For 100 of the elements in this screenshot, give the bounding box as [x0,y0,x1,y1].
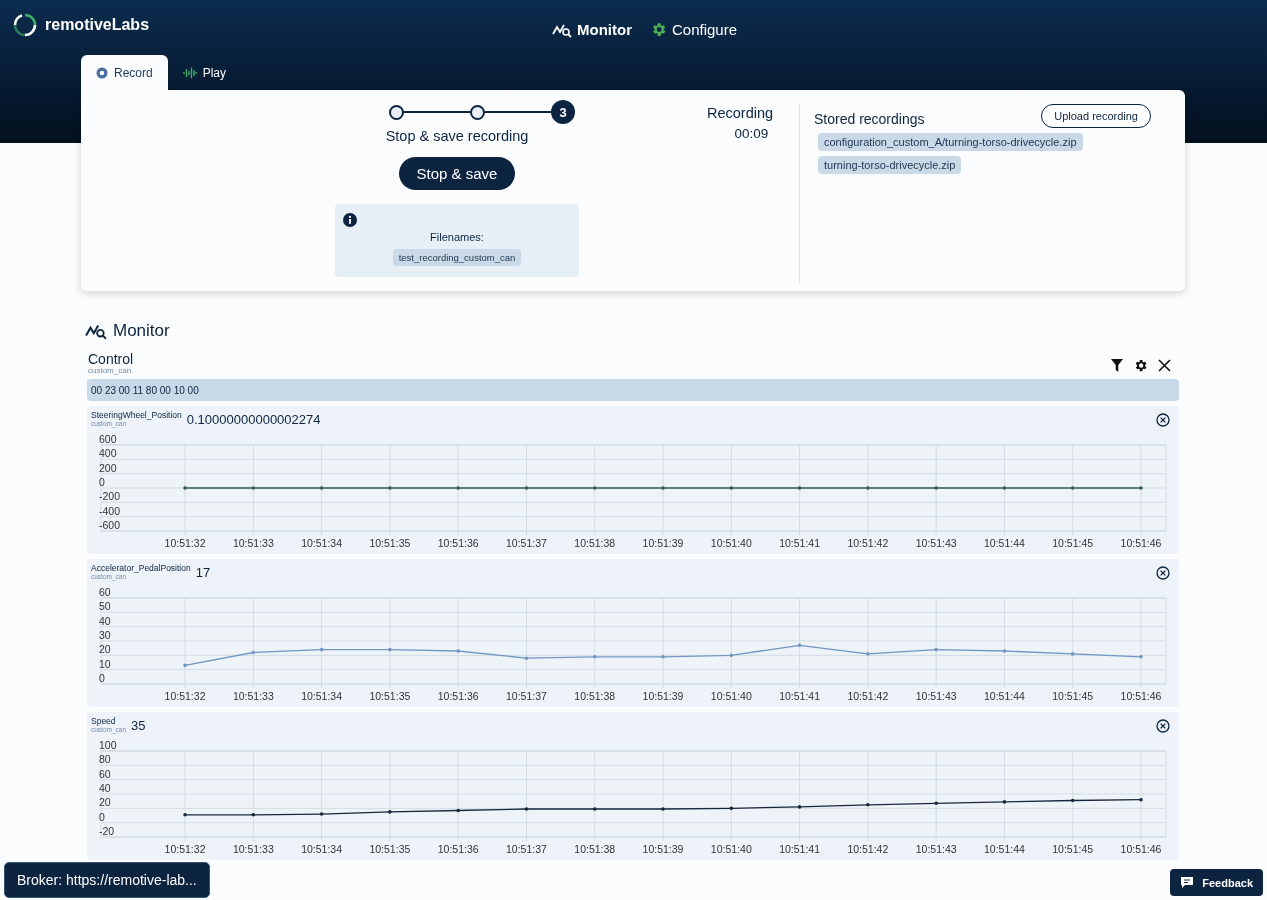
data-point [183,813,187,817]
x-tick-label: 10:51:43 [915,690,957,702]
x-tick-label: 10:51:36 [437,537,479,549]
chart-search-icon [85,322,107,340]
x-tick-label: 10:51:43 [915,537,957,549]
nav-link[interactable]: Configure [650,21,738,38]
recording-label: Recording [705,105,775,121]
x-tick-label: 10:51:39 [642,537,684,549]
data-point [388,810,392,814]
data-point [1002,649,1007,653]
step-label: Stop & save recording [385,128,529,144]
logo-text: remotiveLabs [45,15,150,34]
x-tick-label: 10:51:34 [301,843,343,855]
data-point [319,647,324,652]
x-tick-label: 10:51:38 [574,537,616,549]
data-point [183,486,187,490]
feedback-button[interactable]: Feedback [1170,869,1263,896]
x-tick-label: 10:51:35 [369,537,411,549]
close-circle-icon[interactable] [1156,566,1170,580]
data-point [319,486,324,490]
y-tick-label: 200 [99,461,117,474]
x-tick-label: 10:51:46 [1120,537,1162,549]
settings-icon[interactable] [1133,357,1148,373]
y-tick-label: 20 [99,643,111,656]
data-point [251,486,256,490]
y-tick-label: -200 [99,490,120,503]
x-tick-label: 10:51:34 [301,690,343,702]
y-tick-label: 80 [99,753,111,766]
x-tick-label: 10:51:39 [642,843,684,855]
y-tick-label: 600 [99,435,117,445]
data-point [797,643,802,648]
y-tick-label: -600 [99,519,120,531]
data-point [729,806,734,811]
close-circle-icon[interactable] [1156,719,1170,733]
signal-name: Speed [91,716,117,726]
x-tick-label: 10:51:37 [506,537,547,549]
x-tick-label: 10:51:44 [984,843,1025,855]
tab[interactable]: Play [167,55,242,90]
data-point [524,656,529,660]
data-point [934,486,938,490]
tab[interactable]: Record [81,55,168,90]
x-tick-label: 10:51:45 [1052,537,1094,549]
y-tick-label: 50 [99,600,111,613]
data-point [592,654,597,659]
data-point [592,486,597,490]
y-tick-label: 40 [99,614,111,627]
data-point [524,486,529,490]
x-tick-label: 10:51:32 [164,537,206,549]
x-tick-label: 10:51:39 [642,690,684,702]
info-icon [343,213,357,227]
filter-icon[interactable] [1111,358,1123,372]
y-tick-label: 30 [99,629,111,641]
data-point [1070,652,1075,656]
x-tick-label: 10:51:40 [710,690,752,702]
recording-timer: 00:09 [733,126,770,141]
stop-save-button[interactable]: Stop & save [398,157,516,190]
data-point [1139,486,1143,490]
stored-recordings-title: Stored recordings [814,111,925,127]
filename-chip: test_recording_custom_can [392,249,522,266]
data-point [183,663,187,668]
monitor-heading: Monitor [113,321,170,341]
x-tick-label: 10:51:42 [847,690,889,702]
upload-recording-button[interactable]: Upload recording [1041,104,1151,128]
y-tick-label: 0 [99,810,105,823]
step-number: 3 [551,100,575,124]
recording-file-chip[interactable]: turning-torso-drivecycle.zip [818,156,962,174]
signal-name: Accelerator_PedalPosition [91,563,191,573]
data-point [866,652,870,656]
info-title: Filenames: [430,231,484,243]
data-point [797,486,802,490]
namespace-label: custom_can [88,366,133,375]
close-circle-icon[interactable] [1156,413,1170,427]
x-tick-label: 10:51:42 [847,537,889,549]
signal-value: 35 [131,718,146,733]
x-tick-label: 10:51:41 [779,537,820,549]
recording-file-chip[interactable]: configuration_custom_A/turning-torso-drivecycle.zip [818,133,1083,151]
raw-bytes-bar: 00 23 00 11 80 00 10 00 [87,379,1179,401]
y-tick-label: 20 [99,796,111,809]
close-icon[interactable] [1158,358,1171,372]
y-tick-label: 10 [99,657,111,670]
signal-value: 0.10000000000002274 [186,412,321,427]
data-point [456,486,460,490]
data-point [661,486,665,490]
gear-icon [650,21,667,38]
record-icon [96,66,108,79]
data-point [592,807,597,811]
signal-value: 17 [195,565,211,580]
nav-link[interactable]: Monitor [552,21,632,38]
x-tick-label: 10:51:46 [1120,843,1162,855]
x-tick-label: 10:51:41 [779,690,820,702]
data-point [729,486,734,490]
data-point [866,486,870,490]
broker-toast: Broker: https://remotive-lab... [4,862,210,898]
y-tick-label: 40 [99,782,111,794]
x-tick-label: 10:51:34 [301,537,343,549]
x-tick-label: 10:51:44 [984,690,1025,702]
data-point [1002,800,1007,804]
data-point [1070,798,1075,803]
x-tick-label: 10:51:36 [437,690,479,702]
x-tick-label: 10:51:36 [437,843,479,855]
